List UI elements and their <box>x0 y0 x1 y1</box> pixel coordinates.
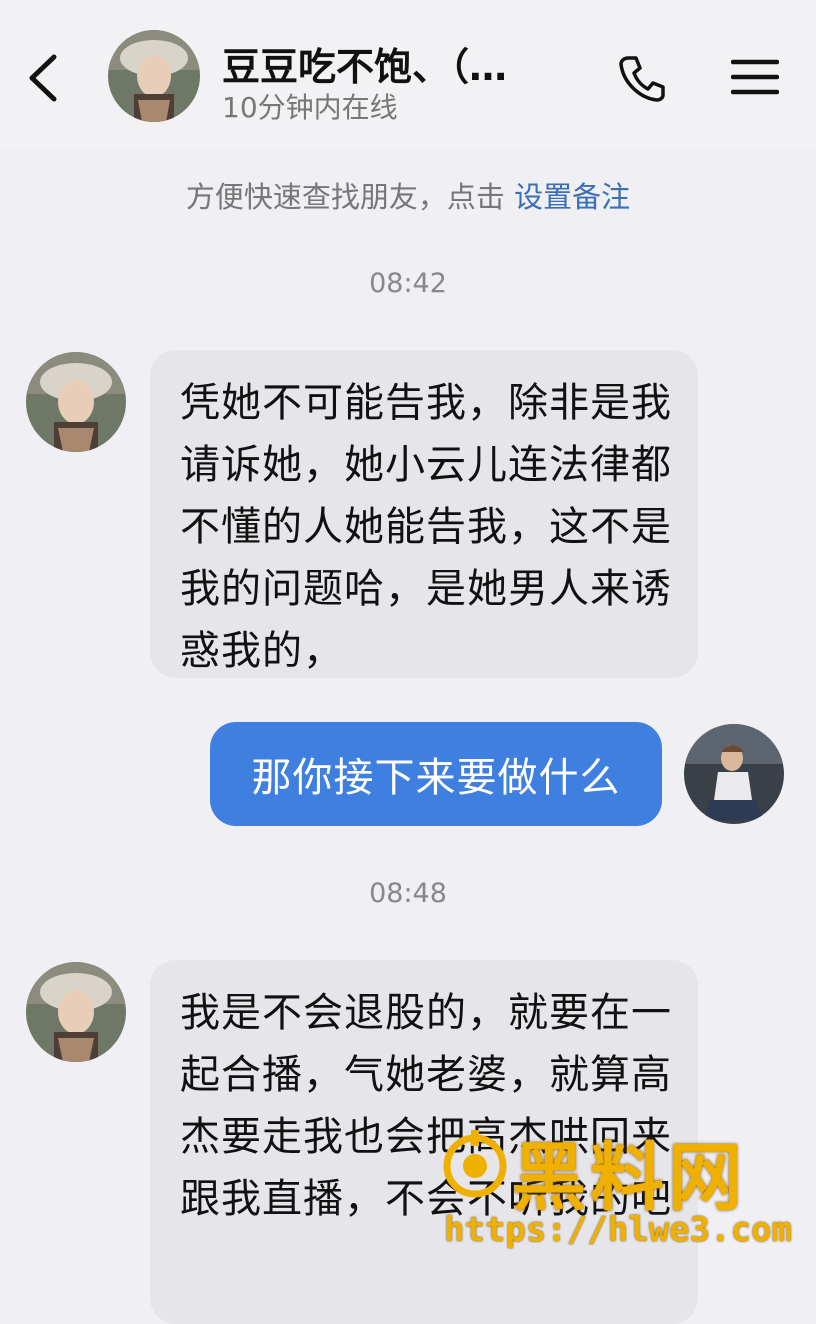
chevron-left-icon <box>29 54 57 102</box>
remark-notice: 方便快速查找朋友，点击 设置备注 <box>0 174 816 216</box>
contact-avatar-small[interactable] <box>26 352 126 452</box>
watermark-title: 黑料网 <box>512 1135 746 1221</box>
timestamp: 08:48 <box>369 878 447 909</box>
timestamp: 08:42 <box>369 268 447 299</box>
my-avatar[interactable] <box>684 724 784 824</box>
call-button[interactable] <box>612 48 672 108</box>
watermark-url: https://hlwe3.com <box>444 1210 792 1250</box>
notice-text: 方便快速查找朋友，点击 <box>185 180 515 214</box>
menu-icon <box>731 59 779 95</box>
back-button[interactable] <box>18 48 68 108</box>
phone-icon <box>619 56 665 102</box>
incoming-message[interactable]: 凭她不可能告我，除非是我请诉她，她小云儿连法律都不懂的人她能告我，这不是我的问题… <box>150 350 698 678</box>
outgoing-message[interactable]: 那你接下来要做什么 <box>210 722 662 826</box>
set-remark-link[interactable]: 设置备注 <box>514 180 630 214</box>
contact-name: 豆豆吃不饱、（… <box>222 45 508 89</box>
contact-avatar[interactable] <box>108 30 200 122</box>
chat-header: 豆豆吃不饱、（… 10分钟内在线 <box>0 0 816 148</box>
contact-avatar-small[interactable] <box>26 962 126 1062</box>
watermark-logo-icon <box>443 1130 507 1198</box>
menu-button[interactable] <box>728 52 782 102</box>
online-status: 10分钟内在线 <box>222 91 398 124</box>
watermark: 黑料网 https://hlwe3.com <box>440 1118 800 1264</box>
